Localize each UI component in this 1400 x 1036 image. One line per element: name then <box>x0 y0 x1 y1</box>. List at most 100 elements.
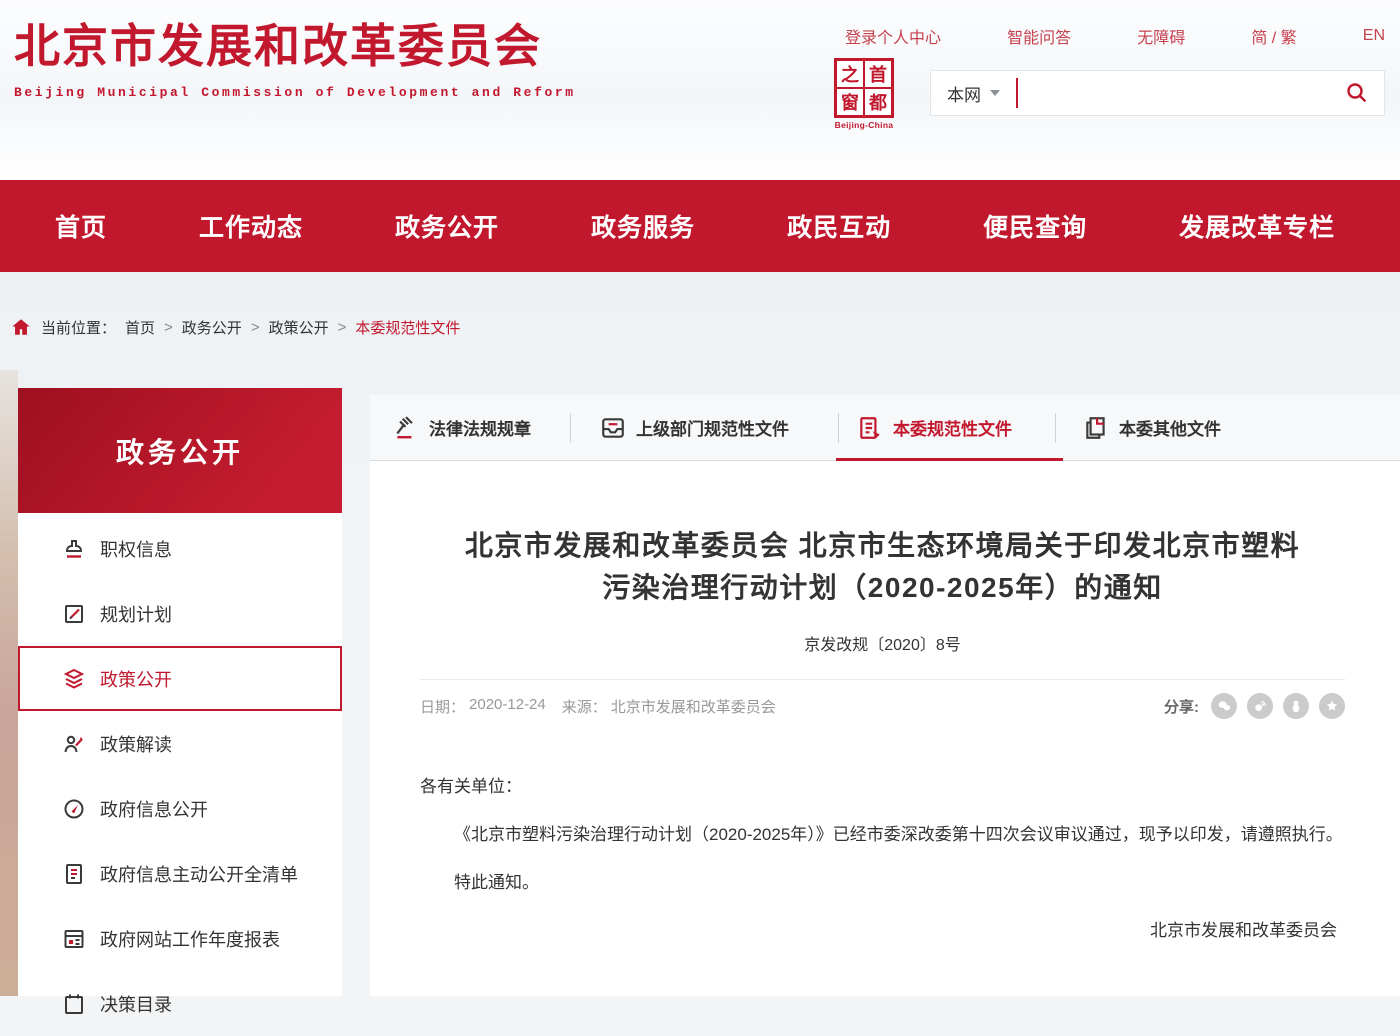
source-label: 来源： <box>562 696 607 717</box>
sidebar-item-plans[interactable]: 规划计划 <box>18 581 342 646</box>
utility-links: 登录个人中心 智能问答 无障碍 简 / 繁 EN <box>845 24 1385 48</box>
breadcrumb-policy[interactable]: 政策公开 <box>269 317 329 338</box>
sidebar-item-label: 规划计划 <box>100 601 172 627</box>
breadcrumb-current[interactable]: 本委规范性文件 <box>355 317 460 338</box>
tab-label: 本委规范性文件 <box>893 415 1012 440</box>
sidebar-item-label: 政策解读 <box>100 731 172 757</box>
nav-item-gov-affairs[interactable]: 政务公开 <box>395 208 499 244</box>
wechat-share-icon[interactable] <box>1211 693 1237 719</box>
layers-icon <box>62 667 86 691</box>
breadcrumb-separator: > <box>164 319 173 336</box>
date-label: 日期： <box>420 696 465 717</box>
date-source: 日期：2020-12-24 来源：北京市发展和改革委员会 <box>420 696 776 717</box>
site-title: 北京市发展和改革委员会 <box>14 20 576 73</box>
article-paragraph: 特此通知。 <box>420 859 1345 907</box>
salutation: 各有关单位： <box>420 763 1345 811</box>
breadcrumb-separator: > <box>251 319 260 336</box>
document-number: 京发改规〔2020〕8号 <box>420 631 1345 655</box>
tab-commission-normative-docs[interactable]: 本委规范性文件 <box>857 395 1012 460</box>
sidebar-item-gov-info-disclosure[interactable]: 政府信息公开 <box>18 776 342 841</box>
share-label: 分享: <box>1164 696 1199 717</box>
main-navigation: 首页 工作动态 政务公开 政务服务 政民互动 便民查询 发展改革专栏 <box>0 180 1400 272</box>
sidebar-item-policy-interpretation[interactable]: 政策解读 <box>18 711 342 776</box>
sidebar-item-authority-info[interactable]: 职权信息 <box>18 516 342 581</box>
sidebar: 政务公开 职权信息 规划计划 政策公开 <box>18 388 342 996</box>
qq-share-icon[interactable] <box>1283 693 1309 719</box>
breadcrumb: 当前位置： 首页 > 政务公开 > 政策公开 > 本委规范性文件 <box>10 316 460 338</box>
sidebar-item-proactive-disclosure-list[interactable]: 政府信息主动公开全清单 <box>18 841 342 906</box>
page-title: 北京市发展和改革委员会 北京市生态环境局关于印发北京市塑料 污染治理行动计划（2… <box>420 525 1345 609</box>
seal-char: 都 <box>865 89 891 115</box>
english-link[interactable]: EN <box>1363 27 1385 45</box>
background-texture-left <box>0 370 18 996</box>
inbox-icon <box>600 415 626 441</box>
sidebar-item-label: 政府信息主动公开全清单 <box>100 861 298 887</box>
search-icon <box>1345 81 1369 105</box>
tab-label: 法律法规规章 <box>429 415 531 440</box>
seal-char: 首 <box>865 61 891 87</box>
search-scope-label: 本网 <box>947 81 981 106</box>
article-paragraph: 《北京市塑料污染治理行动计划（2020-2025年）》已经市委深改委第十四次会议… <box>420 811 1345 859</box>
catalog-icon <box>62 992 86 1016</box>
chevron-down-icon <box>990 90 1000 96</box>
nav-item-home[interactable]: 首页 <box>55 208 107 244</box>
search-input[interactable] <box>1018 71 1330 115</box>
article-meta: 日期：2020-12-24 来源：北京市发展和改革委员会 分享: <box>420 693 1345 719</box>
article-body: 各有关单位： 《北京市塑料污染治理行动计划（2020-2025年）》已经市委深改… <box>420 763 1345 955</box>
page-title-line2: 污染治理行动计划（2020-2025年）的通知 <box>420 567 1345 609</box>
nav-item-reform-column[interactable]: 发展改革专栏 <box>1179 208 1335 244</box>
home-icon <box>10 316 32 338</box>
tab-label: 上级部门规范性文件 <box>636 415 789 440</box>
breadcrumb-home[interactable]: 首页 <box>125 317 155 338</box>
sidebar-item-label: 政府信息公开 <box>100 796 208 822</box>
signature: 北京市发展和改革委员会 <box>420 907 1345 955</box>
source-value: 北京市发展和改革委员会 <box>611 696 776 717</box>
sidebar-item-policy-disclosure[interactable]: 政策公开 <box>18 646 342 711</box>
tab-divider <box>1055 413 1056 443</box>
stamp-icon <box>62 537 86 561</box>
site-logo[interactable]: 北京市发展和改革委员会 Beijing Municipal Commission… <box>14 20 576 100</box>
sidebar-title: 政务公开 <box>18 388 342 513</box>
article-panel: 北京市发展和改革委员会 北京市生态环境局关于印发北京市塑料 污染治理行动计划（2… <box>370 461 1400 996</box>
weibo-share-icon[interactable] <box>1247 693 1273 719</box>
smart-qa-link[interactable]: 智能问答 <box>1007 24 1071 48</box>
sidebar-item-label: 政策公开 <box>100 666 172 692</box>
breadcrumb-label: 当前位置： <box>41 317 116 338</box>
tab-superior-normative-docs[interactable]: 上级部门规范性文件 <box>600 395 789 460</box>
list-icon <box>62 862 86 886</box>
simplified-traditional-toggle[interactable]: 简 / 繁 <box>1251 24 1296 48</box>
tab-laws-regulations[interactable]: 法律法规规章 <box>393 395 531 460</box>
date-value: 2020-12-24 <box>469 696 546 717</box>
meta-divider <box>420 679 1345 680</box>
pages-icon <box>1083 415 1109 441</box>
favorite-share-icon[interactable] <box>1319 693 1345 719</box>
capital-window-seal[interactable]: 之 首 窗 都 Beijing-China <box>831 58 897 130</box>
sidebar-item-label: 政府网站工作年度报表 <box>100 926 280 952</box>
search-scope-select[interactable]: 本网 <box>931 81 1016 106</box>
breadcrumb-gov-affairs[interactable]: 政务公开 <box>182 317 242 338</box>
seal-caption: Beijing-China <box>831 120 897 130</box>
seal-char: 之 <box>837 61 863 87</box>
sidebar-item-label: 职权信息 <box>100 536 172 562</box>
plan-icon <box>62 602 86 626</box>
accessibility-link[interactable]: 无障碍 <box>1137 24 1185 48</box>
tab-commission-other-docs[interactable]: 本委其他文件 <box>1083 395 1221 460</box>
breadcrumb-separator: > <box>338 319 347 336</box>
login-personal-center-link[interactable]: 登录个人中心 <box>845 24 941 48</box>
search-button[interactable] <box>1330 81 1384 105</box>
seal-char: 窗 <box>837 89 863 115</box>
nav-item-inquiry[interactable]: 便民查询 <box>983 208 1087 244</box>
tab-divider <box>570 413 571 443</box>
sidebar-menu: 职权信息 规划计划 政策公开 <box>18 513 342 1036</box>
interpret-icon <box>62 732 86 756</box>
seal-icon: 之 首 窗 都 <box>834 58 894 118</box>
nav-item-gov-services[interactable]: 政务服务 <box>591 208 695 244</box>
document-tabs: 法律法规规章 上级部门规范性文件 本委规范性文件 本委其他文件 <box>370 395 1400 461</box>
nav-item-work-news[interactable]: 工作动态 <box>199 208 303 244</box>
sidebar-item-decision-catalog[interactable]: 决策目录 <box>18 971 342 1036</box>
page-title-line1: 北京市发展和改革委员会 北京市生态环境局关于印发北京市塑料 <box>420 525 1345 567</box>
nav-item-interaction[interactable]: 政民互动 <box>787 208 891 244</box>
site-header: 北京市发展和改革委员会 Beijing Municipal Commission… <box>0 0 1400 180</box>
site-search-bar: 本网 <box>930 70 1385 116</box>
sidebar-item-website-annual-report[interactable]: 政府网站工作年度报表 <box>18 906 342 971</box>
